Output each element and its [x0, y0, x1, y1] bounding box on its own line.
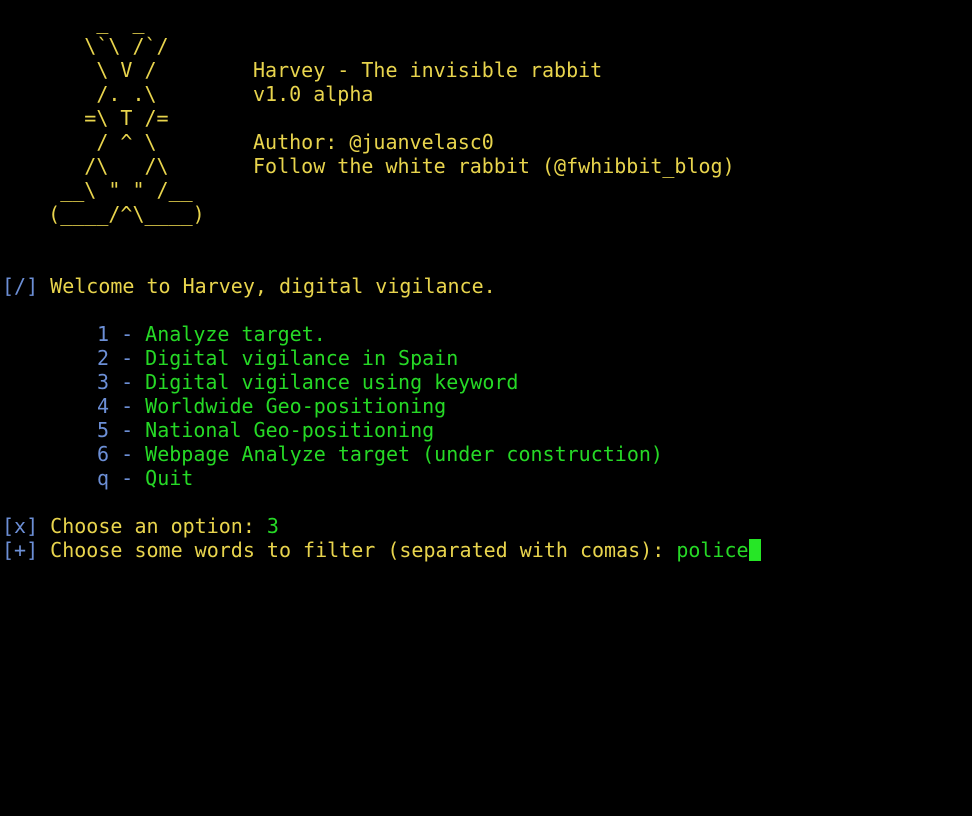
- menu-item-label: Digital vigilance using keyword: [145, 370, 519, 394]
- banner-art-line: \ V /: [0, 58, 157, 82]
- banner-art-line: \`\ /`/: [0, 34, 169, 58]
- filter-prompt-text: Choose some words to filter (separated w…: [38, 538, 677, 562]
- filter-input-value[interactable]: police: [676, 538, 748, 562]
- menu-item: 6 - Webpage Analyze target (under constr…: [97, 442, 663, 466]
- menu-separator: -: [109, 370, 146, 394]
- menu-separator: -: [109, 442, 146, 466]
- option-prompt-line: [x] Choose an option: 3: [2, 514, 279, 538]
- menu-item-key: q: [97, 466, 110, 490]
- menu-item-key: 5: [97, 418, 110, 442]
- option-prompt-value: 3: [266, 514, 279, 538]
- menu-item-key: 4: [97, 394, 110, 418]
- menu-item-label: Quit: [145, 466, 194, 490]
- banner-art-line: /\ /\: [0, 154, 169, 178]
- terminal-window[interactable]: _ _ \`\ /`/ \ V / /. .\ =\ T /= / ^ \ /\…: [0, 0, 972, 566]
- menu-item-label: National Geo-positioning: [145, 418, 435, 442]
- banner-art-line: __\ " " /__: [0, 178, 193, 202]
- banner-author: Author: @juanvelasc0: [253, 130, 494, 154]
- option-prompt-text: Choose an option:: [38, 514, 267, 538]
- option-prompt-tag: [x]: [2, 514, 39, 538]
- menu-item: 5 - National Geo-positioning: [97, 418, 434, 442]
- menu-item-key: 6: [97, 442, 110, 466]
- filter-prompt-line[interactable]: [+] Choose some words to filter (separat…: [2, 538, 761, 562]
- menu-item: 4 - Worldwide Geo-positioning: [97, 394, 446, 418]
- text-cursor: [748, 539, 761, 561]
- banner-art-line: (____/^\____): [0, 202, 205, 226]
- menu-item: q - Quit: [97, 466, 193, 490]
- banner-art-line: _ _: [0, 10, 145, 34]
- menu-item: 2 - Digital vigilance in Spain: [97, 346, 458, 370]
- menu-separator: -: [109, 394, 146, 418]
- banner-art-line: =\ T /=: [0, 106, 169, 130]
- menu-item-key: 1: [97, 322, 110, 346]
- welcome-line: [/] Welcome to Harvey, digital vigilance…: [2, 274, 496, 298]
- menu-item-label: Worldwide Geo-positioning: [145, 394, 447, 418]
- menu-separator: -: [109, 418, 146, 442]
- menu-item-key: 2: [97, 346, 110, 370]
- menu-item-label: Analyze target.: [145, 322, 326, 346]
- banner-art-line: / ^ \: [0, 130, 157, 154]
- banner-title: Harvey - The invisible rabbit: [253, 58, 603, 82]
- menu-item: 3 - Digital vigilance using keyword: [97, 370, 518, 394]
- banner-art-line: /. .\: [0, 82, 157, 106]
- banner-version: v1.0 alpha: [253, 82, 374, 106]
- menu-item-label: Digital vigilance in Spain: [145, 346, 459, 370]
- menu-item: 1 - Analyze target.: [97, 322, 326, 346]
- menu-item-key: 3: [97, 370, 110, 394]
- menu-separator: -: [109, 322, 146, 346]
- welcome-text: Welcome to Harvey, digital vigilance.: [38, 274, 496, 298]
- menu-item-label: Webpage Analyze target (under constructi…: [145, 442, 663, 466]
- menu-separator: -: [109, 346, 146, 370]
- welcome-tag: [/]: [2, 274, 39, 298]
- filter-prompt-tag: [+]: [2, 538, 39, 562]
- menu-separator: -: [109, 466, 146, 490]
- banner-follow: Follow the white rabbit (@fwhibbit_blog): [253, 154, 735, 178]
